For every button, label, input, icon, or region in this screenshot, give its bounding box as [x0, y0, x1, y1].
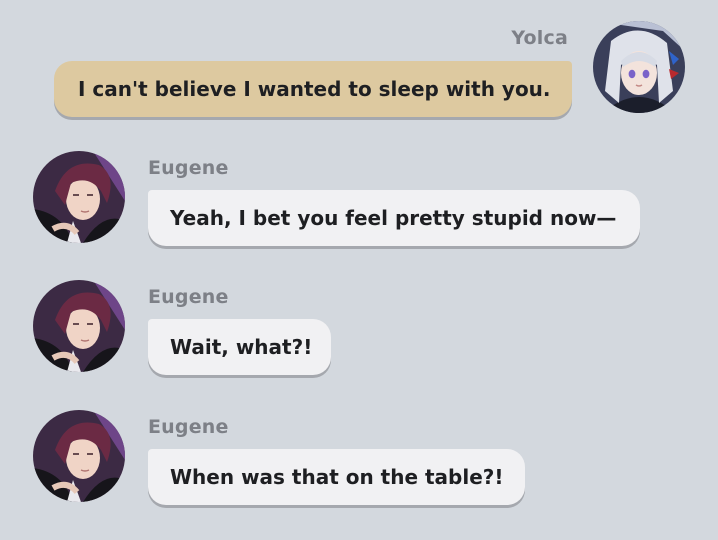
sender-name: Yolca: [511, 27, 568, 49]
chat-log: Yolca I can't believe I wanted to sleep …: [0, 0, 718, 540]
yolca-avatar-icon: [593, 21, 685, 113]
message-bubble: Yeah, I bet you feel pretty stupid now—: [148, 190, 640, 246]
sender-name: Eugene: [148, 416, 229, 438]
message-bubble: When was that on the table?!: [148, 449, 525, 505]
eugene-avatar-icon: [33, 151, 125, 243]
message-text: Yeah, I bet you feel pretty stupid now—: [170, 206, 617, 230]
message-bubble: I can't believe I wanted to sleep with y…: [54, 61, 572, 117]
sender-name: Eugene: [148, 286, 229, 308]
message-text: When was that on the table?!: [170, 465, 504, 489]
message-text: I can't believe I wanted to sleep with y…: [78, 77, 551, 101]
sender-name: Eugene: [148, 157, 229, 179]
message-text: Wait, what?!: [170, 335, 313, 359]
eugene-avatar-icon: [33, 410, 125, 502]
message-bubble: Wait, what?!: [148, 319, 331, 375]
eugene-avatar-icon: [33, 280, 125, 372]
